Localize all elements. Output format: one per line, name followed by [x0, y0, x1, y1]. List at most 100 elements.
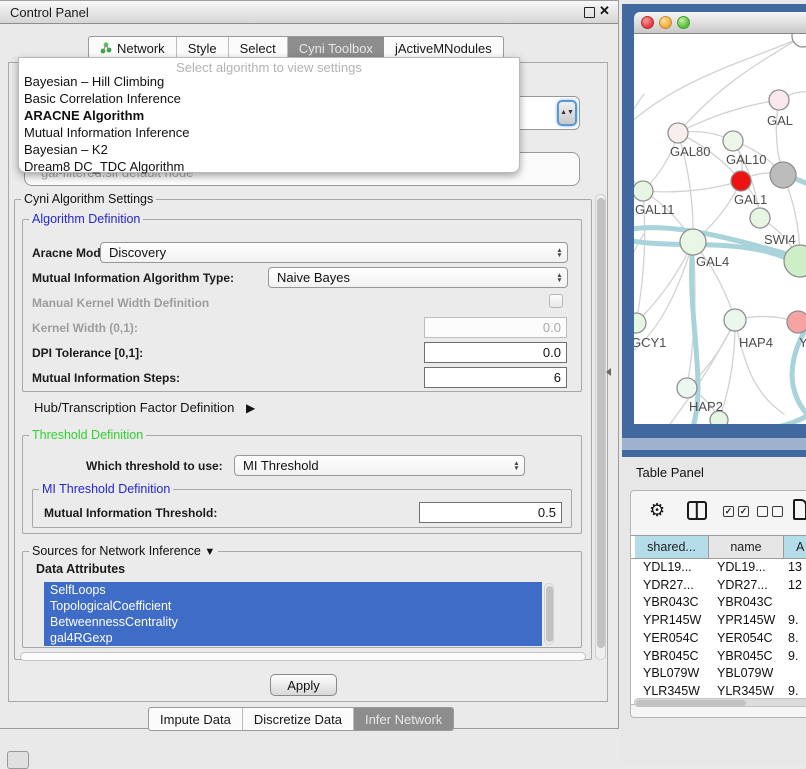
table-row[interactable]: YBR045CYBR045C9.	[631, 648, 806, 666]
attributes-scrollbar-thumb[interactable]	[546, 586, 553, 642]
mi-steps-input[interactable]: 6	[424, 367, 567, 388]
table-panel-title: Table Panel	[636, 465, 704, 480]
network-node[interactable]	[792, 34, 806, 47]
column-header-name[interactable]: name	[709, 536, 784, 558]
network-node[interactable]	[784, 245, 806, 277]
attributes-scrollbar-track[interactable]	[544, 583, 554, 645]
column-header-shared[interactable]: shared...	[635, 536, 709, 558]
unchecked-pair-icon[interactable]	[757, 506, 783, 517]
attribute-item[interactable]: BetweennessCentrality	[44, 614, 542, 630]
manual-kernel-width-checkbox[interactable]	[549, 294, 563, 308]
settings-hscrollbar[interactable]	[20, 652, 586, 661]
table-cell: YER054C	[643, 630, 717, 648]
network-node-gal10[interactable]	[723, 131, 743, 151]
tab-infer-network[interactable]: Infer Network	[354, 708, 453, 730]
algorithm-option[interactable]: Bayesian – Hill Climbing	[22, 73, 516, 90]
table-row[interactable]: YER054CYER054C8.	[631, 630, 806, 648]
tab-network[interactable]: Network	[89, 37, 177, 59]
which-threshold-value: MI Threshold	[235, 458, 509, 473]
table-row[interactable]: YPR145WYPR145W9.	[631, 612, 806, 630]
algorithm-option[interactable]: Mutual Information Inference	[22, 124, 516, 141]
page-icon[interactable]	[793, 499, 806, 520]
tab-jactivemnodules[interactable]: jActiveMNodules	[384, 37, 503, 59]
tab-select[interactable]: Select	[229, 37, 288, 59]
tab-cyni-toolbox[interactable]: Cyni Toolbox	[288, 37, 384, 59]
network-node-swi4[interactable]	[750, 208, 770, 228]
apply-button[interactable]: Apply	[270, 674, 337, 696]
attribute-item[interactable]: gal4RGexp	[44, 630, 542, 646]
mi-threshold-label: Mutual Information Threshold:	[44, 506, 217, 520]
tab-impute-data[interactable]: Impute Data	[149, 708, 243, 730]
node-table[interactable]: shared...nameA YDL19...YDL19...13YDR27..…	[631, 535, 806, 705]
attribute-item[interactable]: TopologicalCoefficient	[44, 598, 542, 614]
kernel-width-input[interactable]: 0.0	[424, 317, 567, 338]
aracne-mode-combo[interactable]: Discovery ▲▼	[100, 242, 568, 263]
zoom-traffic-icon[interactable]	[677, 16, 690, 29]
dpi-tolerance-input[interactable]: 0.0	[424, 342, 567, 363]
network-node-gal4[interactable]	[680, 229, 706, 255]
table-cell: YDL19...	[643, 559, 717, 577]
algorithm-option[interactable]: Dream8 DC_TDC Algorithm	[22, 158, 516, 175]
algorithm-option[interactable]: Bayesian – K2	[22, 141, 516, 158]
network-node-hap4[interactable]	[724, 309, 746, 331]
table-cell: YER054C	[717, 630, 792, 648]
network-node-gal80[interactable]	[668, 123, 688, 143]
table-row[interactable]: YDL19...YDL19...13	[631, 559, 806, 577]
algorithm-option[interactable]: ARACNE Algorithm	[22, 107, 516, 124]
table-row[interactable]: YLR345WYLR345W9.	[631, 683, 806, 697]
algorithm-option[interactable]: Basic Correlation Inference	[22, 90, 516, 107]
table-row[interactable]: YBR043CYBR043C	[631, 594, 806, 612]
network-window-frame-shadow	[622, 438, 806, 450]
algorithm-dropdown-popup: Select algorithm to view settings Bayesi…	[18, 57, 520, 173]
settings-scrollbar-track[interactable]	[595, 194, 606, 660]
table-cell: 8.	[788, 630, 806, 648]
table-cell: 9.	[788, 683, 806, 697]
table-cell: YPR145W	[643, 612, 717, 630]
mi-algorithm-type-combo[interactable]: Naive Bayes ▲▼	[268, 267, 568, 288]
network-node-gal11[interactable]	[634, 181, 653, 201]
which-threshold-combo[interactable]: MI Threshold ▲▼	[234, 455, 525, 476]
table-row[interactable]: YBL079WYBL079W	[631, 665, 806, 683]
control-panel-titlebar[interactable]: Control Panel ✕	[0, 1, 618, 24]
table-cell: 9.	[788, 648, 806, 666]
collapse-divider-icon[interactable]	[606, 368, 611, 376]
table-cell: 9.	[788, 612, 806, 630]
data-attributes-list[interactable]: SelfLoopsTopologicalCoefficientBetweenne…	[44, 582, 542, 646]
column-header-A[interactable]: A	[784, 536, 806, 558]
network-window-frame-bottom	[622, 450, 806, 457]
mi-threshold-input[interactable]: 0.5	[419, 502, 562, 523]
tab-style[interactable]: Style	[177, 37, 229, 59]
network-node-gal1[interactable]	[731, 171, 751, 191]
network-window-titlebar[interactable]	[634, 12, 806, 34]
network-node-label: GAL1	[734, 192, 767, 207]
network-node-hap2[interactable]	[677, 378, 697, 398]
split-columns-icon[interactable]	[687, 501, 707, 520]
network-node-y[interactable]	[787, 311, 806, 333]
gear-icon[interactable]: ⚙	[649, 500, 665, 521]
float-window-icon[interactable]	[584, 7, 595, 18]
network-canvas[interactable]: GALGAL80GAL10GAL1SWI4GAL11GAL4GCY1HAP4YH…	[634, 34, 806, 424]
table-row[interactable]: YDR27...YDR27...12	[631, 577, 806, 595]
close-traffic-icon[interactable]	[641, 16, 654, 29]
partial-bottom-button[interactable]	[7, 751, 29, 769]
apply-button-label: Apply	[287, 678, 320, 693]
network-edge	[634, 94, 644, 191]
table-hscrollbar-thumb[interactable]	[636, 700, 746, 706]
network-node-gal[interactable]	[769, 90, 789, 110]
attribute-item[interactable]: SelfLoops	[44, 582, 542, 598]
close-icon[interactable]: ✕	[599, 3, 610, 19]
table-cell: YBR043C	[643, 594, 717, 612]
tab-discretize-data[interactable]: Discretize Data	[243, 708, 354, 730]
table-hscrollbar[interactable]	[634, 698, 806, 707]
dpi-tolerance-label: DPI Tolerance [0,1]:	[32, 346, 143, 360]
table-cell: YDR27...	[643, 577, 717, 595]
table-panel: ⚙ ✓✓ shared...nameA YDL19...YDL19...13YD…	[630, 490, 806, 718]
checked-pair-icon[interactable]: ✓✓	[723, 506, 749, 517]
network-node[interactable]	[770, 162, 796, 188]
combo-spinner-focused[interactable]: ▲▼	[557, 100, 577, 126]
network-node-gcy1[interactable]	[634, 313, 646, 333]
settings-scrollbar-thumb[interactable]	[597, 198, 605, 648]
hub-tf-definition-toggle[interactable]: Hub/Transcription Factor Definition ▶	[34, 400, 255, 415]
minimize-traffic-icon[interactable]	[659, 16, 672, 29]
sources-legend[interactable]: Sources for Network Inference ▼	[29, 544, 218, 558]
